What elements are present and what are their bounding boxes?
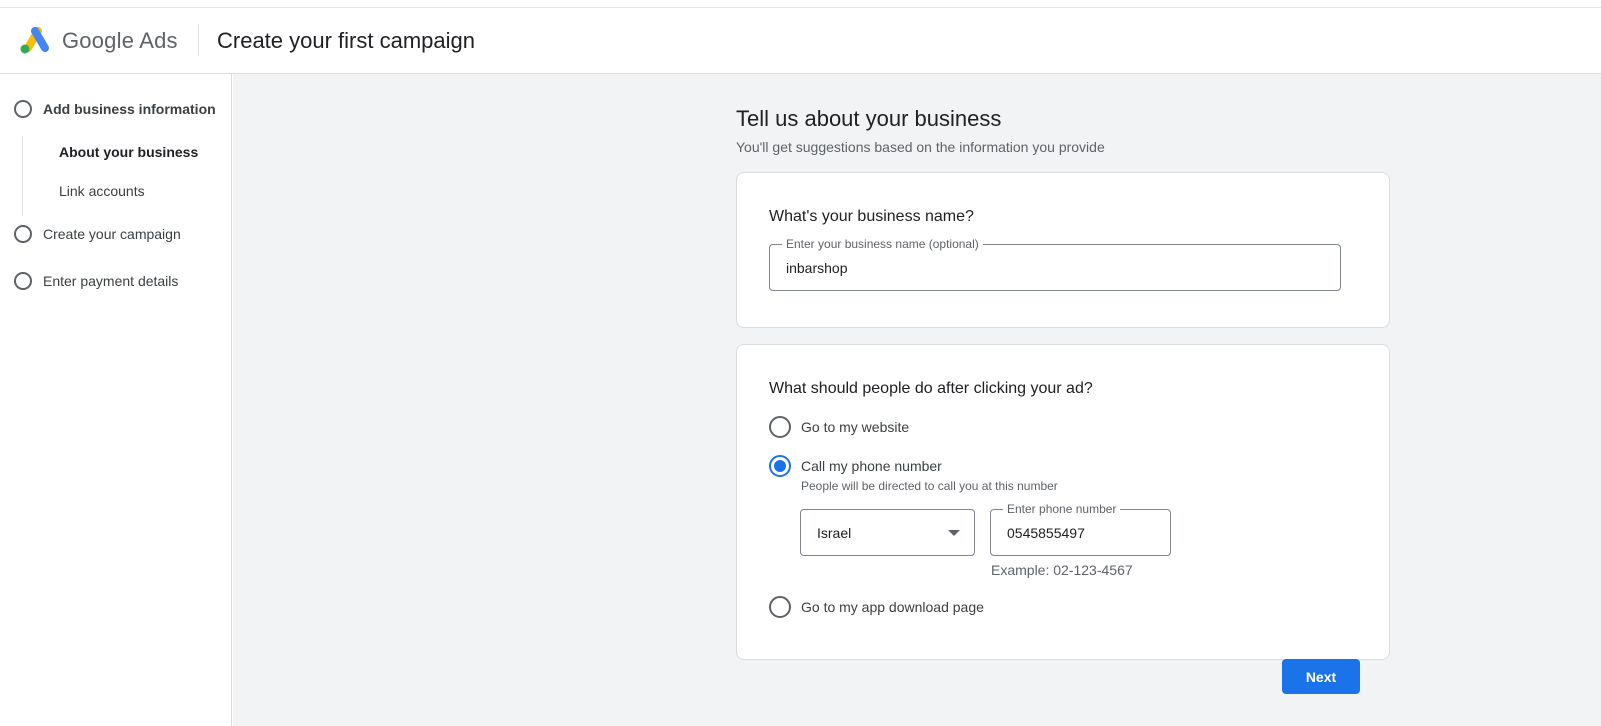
section-subtitle: You'll get suggestions based on the info… [736,139,1105,155]
business-name-card: What's your business name? Enter your bu… [736,172,1390,328]
ad-action-card: What should people do after clicking you… [736,344,1390,660]
substep-about-your-business[interactable]: About your business [59,144,198,160]
country-select[interactable]: Israel [800,509,975,556]
business-name-question: What's your business name? [769,208,974,225]
phone-number-field-label: Enter phone number [1003,502,1121,516]
country-value: Israel [817,525,852,541]
option-label: Call my phone number [801,458,942,474]
option-label: Go to my app download page [801,599,984,615]
brand-name: Google Ads [62,28,178,53]
dropdown-caret-icon [948,530,960,536]
call-option-help-text: People will be directed to call you at t… [801,479,1058,493]
app-header: Google Ads Create your first campaign [0,8,1601,74]
step-label: Enter payment details [43,273,179,289]
business-name-field[interactable]: Enter your business name (optional) inba… [769,237,1341,291]
substep-link-accounts[interactable]: Link accounts [59,183,145,199]
page-title: Create your first campaign [217,28,475,53]
business-name-field-label: Enter your business name (optional) [782,237,983,251]
radio-button-selected[interactable] [769,455,791,477]
header-divider [198,24,199,56]
option-go-to-website[interactable]: Go to my website [769,416,909,438]
step-status-circle-icon [14,225,32,243]
step-status-circle-icon [14,272,32,290]
radio-button[interactable] [769,596,791,618]
option-label: Go to my website [801,419,910,435]
phone-number-value: 0545855497 [1007,525,1085,541]
section-title: Tell us about your business [736,106,1002,131]
browser-top-strip [0,0,1601,8]
step-enter-payment-details[interactable]: Enter payment details [14,272,178,290]
steps-sidebar: Add business information About your busi… [0,74,232,726]
substep-connector-line [22,136,23,216]
option-app-download-page[interactable]: Go to my app download page [769,596,984,618]
next-button[interactable]: Next [1282,659,1360,694]
option-call-phone-number[interactable]: Call my phone number [769,455,942,477]
main-content: Tell us about your business You'll get s… [233,74,1601,726]
ad-action-question: What should people do after clicking you… [769,380,1093,397]
step-add-business-information[interactable]: Add business information [14,100,216,118]
phone-number-field[interactable]: Enter phone number 0545855497 [990,502,1171,556]
step-status-circle-icon [14,100,32,118]
step-create-your-campaign[interactable]: Create your campaign [14,225,181,243]
step-label: Add business information [43,101,216,117]
step-label: Create your campaign [43,226,181,242]
google-ads-logo-icon [20,27,49,54]
radio-button[interactable] [769,416,791,438]
phone-example-text: Example: 02-123-4567 [991,562,1133,578]
business-name-value: inbarshop [786,260,848,276]
